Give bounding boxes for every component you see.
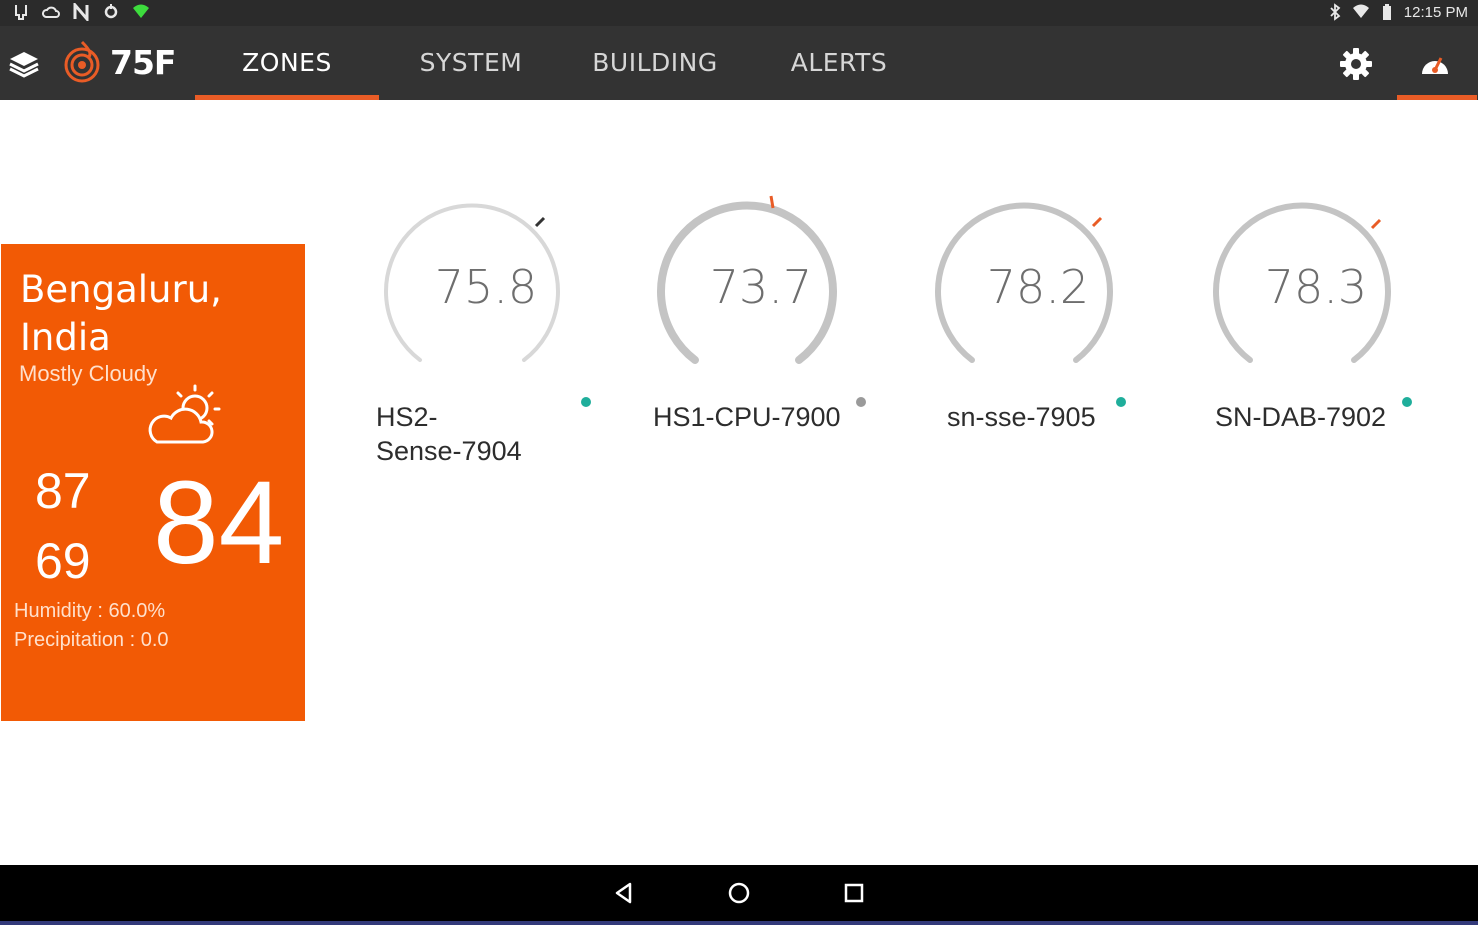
zone-name-line: HS2- bbox=[376, 402, 438, 432]
zone-temperature: 75.8 bbox=[434, 260, 538, 314]
cloud-sync-icon bbox=[42, 6, 60, 18]
weather-humidity: Humidity : 60.0% bbox=[14, 600, 166, 622]
layers-icon[interactable] bbox=[8, 48, 40, 80]
sync-icon bbox=[104, 4, 118, 19]
zone-name-line: sn-sse-7905 bbox=[947, 402, 1096, 432]
zone-card[interactable]: 78.3 SN-DAB-7902 bbox=[1196, 186, 1436, 476]
tab-system[interactable]: SYSTEM bbox=[379, 26, 563, 100]
back-icon[interactable] bbox=[610, 879, 638, 907]
status-time: 12:15 PM bbox=[1403, 3, 1468, 21]
zone-name: HS2- Sense-7904 bbox=[376, 400, 522, 468]
tab-zones[interactable]: ZONES bbox=[195, 26, 379, 100]
zone-temperature: 78.3 bbox=[1264, 260, 1368, 314]
weather-card: Bengaluru, India Mostly Cloudy 87 69 84 … bbox=[1, 244, 305, 721]
zone-name-line: SN-DAB-7902 bbox=[1215, 402, 1387, 432]
gauge-icon bbox=[1422, 57, 1448, 74]
weather-high-temp: 87 bbox=[35, 463, 91, 519]
usb-icon bbox=[15, 5, 27, 20]
wifi-icon bbox=[1352, 4, 1369, 18]
partly-cloudy-icon bbox=[148, 384, 221, 444]
zone-name: HS1-CPU-7900 bbox=[653, 400, 841, 434]
bluetooth-icon bbox=[1330, 3, 1341, 21]
android-nav-bar bbox=[0, 865, 1478, 925]
zone-card[interactable]: 75.8 HS2- Sense-7904 bbox=[366, 186, 606, 476]
gear-icon[interactable] bbox=[1338, 46, 1374, 82]
recents-icon[interactable] bbox=[840, 879, 868, 907]
zone-card[interactable]: 73.7 HS1-CPU-7900 bbox=[641, 186, 881, 476]
tab-building[interactable]: BUILDING bbox=[563, 26, 747, 100]
tab-alerts[interactable]: ALERTS bbox=[747, 26, 931, 100]
zone-status-dot bbox=[581, 397, 591, 407]
dashboard-button[interactable] bbox=[1397, 26, 1477, 100]
weather-city: Bengaluru, India bbox=[20, 268, 222, 359]
zone-status-dot bbox=[856, 397, 866, 407]
top-nav-bar: 75F ZONES SYSTEM BUILDING ALERTS bbox=[0, 26, 1478, 100]
flame-logo-icon bbox=[64, 40, 100, 83]
status-bar: 12:15 PM bbox=[0, 0, 1478, 26]
weather-condition: Mostly Cloudy bbox=[19, 361, 158, 386]
zone-temperature: 78.2 bbox=[986, 260, 1090, 314]
zone-temperature: 73.7 bbox=[709, 260, 813, 314]
zone-status-dot bbox=[1402, 397, 1412, 407]
zone-name: sn-sse-7905 bbox=[947, 400, 1096, 434]
zone-name-line: Sense-7904 bbox=[376, 436, 522, 466]
n-icon bbox=[73, 3, 89, 21]
zone-name: SN-DAB-7902 bbox=[1215, 400, 1386, 434]
weather-current-temp: 84 bbox=[153, 457, 285, 589]
logo-text: 75F bbox=[110, 42, 176, 82]
75f-logo: 75F bbox=[62, 40, 176, 84]
zone-status-dot bbox=[1116, 397, 1126, 407]
zone-card[interactable]: 78.2 sn-sse-7905 bbox=[918, 186, 1158, 476]
weather-precipitation: Precipitation : 0.0 bbox=[14, 629, 169, 651]
zone-name-line: HS1-CPU-7900 bbox=[653, 402, 841, 432]
weather-low-temp: 69 bbox=[35, 533, 91, 589]
wifi-icon-green bbox=[133, 4, 149, 18]
nav-bottom-line bbox=[0, 921, 1478, 925]
battery-icon bbox=[1382, 4, 1391, 20]
home-icon[interactable] bbox=[725, 879, 753, 907]
